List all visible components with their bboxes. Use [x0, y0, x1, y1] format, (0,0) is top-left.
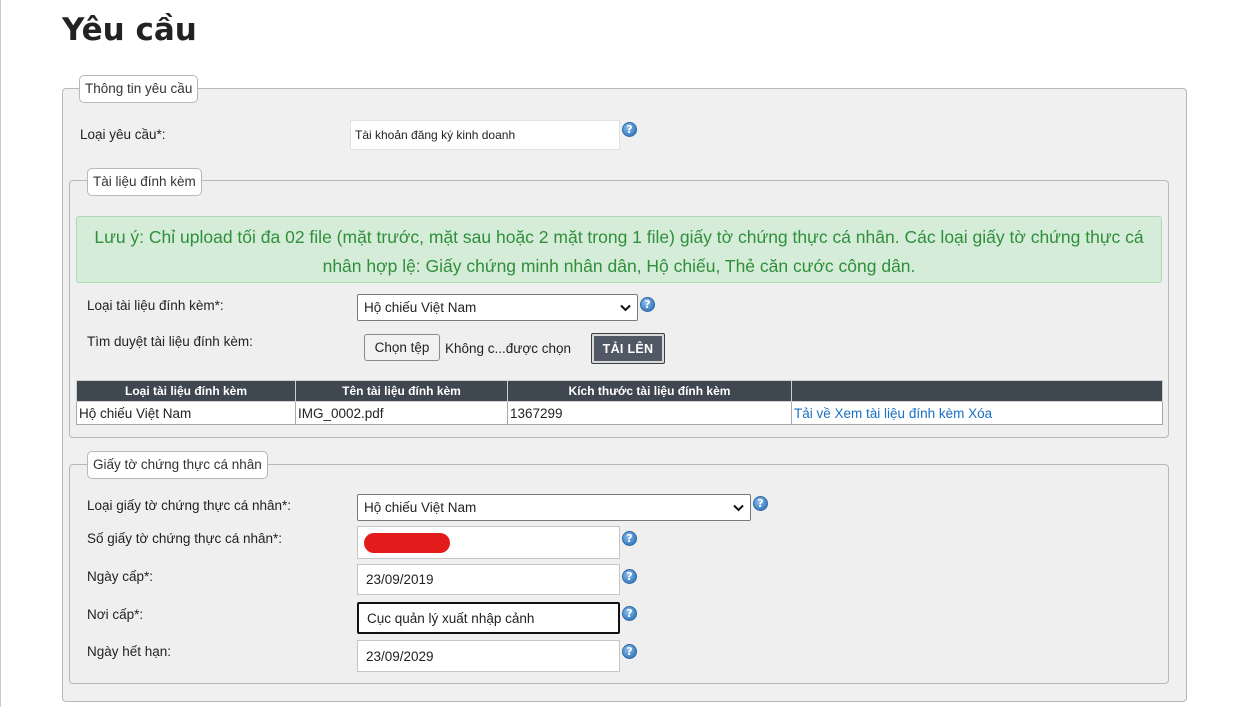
upload-notice: Lưu ý: Chỉ upload tối đa 02 file (mặt tr… — [76, 216, 1162, 283]
issue-date-input[interactable]: 23/09/2019 — [357, 564, 620, 595]
attachments-table-wrap: Loại tài liệu đính kèm Tên tài liệu đính… — [76, 380, 1163, 425]
attachments-legend: Tài liệu đính kèm — [87, 168, 202, 196]
request-info-legend: Thông tin yêu cầu — [79, 75, 199, 103]
personal-doc-type-selected: Hộ chiếu Việt Nam — [364, 500, 477, 515]
chevron-down-icon — [733, 500, 744, 515]
doc-type-label: Loại tài liệu đính kèm*: — [87, 298, 224, 313]
col-header-size: Kích thước tài liệu đính kèm — [507, 380, 792, 402]
browse-label: Tìm duyệt tài liệu đính kèm: — [87, 334, 253, 349]
page-left-border — [0, 0, 1, 707]
choose-file-button[interactable]: Chọn tệp — [364, 334, 440, 361]
personal-doc-legend: Giấy tờ chứng thực cá nhân — [87, 451, 268, 479]
doc-type-help-icon[interactable]: ? — [640, 297, 655, 312]
expiry-date-input[interactable]: 23/09/2029 — [357, 640, 620, 672]
issue-place-input[interactable]: Cục quản lý xuất nhập cảnh — [357, 602, 620, 634]
download-link[interactable]: Tải về — [794, 406, 831, 421]
doc-number-help-icon[interactable]: ? — [622, 531, 637, 546]
col-header-type: Loại tài liệu đính kèm — [76, 380, 296, 402]
personal-doc-type-select[interactable]: Hộ chiếu Việt Nam — [357, 494, 751, 521]
col-header-name: Tên tài liệu đính kèm — [295, 380, 508, 402]
issue-date-help-icon[interactable]: ? — [622, 569, 637, 584]
attachments-table: Loại tài liệu đính kèm Tên tài liệu đính… — [76, 380, 1163, 425]
cell-doc-size: 1367299 — [507, 401, 792, 425]
view-attachment-link[interactable]: Xem tài liệu đính kèm — [835, 406, 965, 421]
redaction-mark — [364, 533, 450, 553]
col-header-actions — [791, 380, 1163, 402]
cell-doc-type: Hộ chiếu Việt Nam — [76, 401, 296, 425]
expiry-date-help-icon[interactable]: ? — [622, 644, 637, 659]
delete-link[interactable]: Xóa — [968, 406, 992, 421]
expiry-date-label: Ngày hết hạn: — [87, 644, 172, 659]
doc-type-selected: Hộ chiếu Việt Nam — [364, 300, 477, 315]
no-file-chosen-text: Không c...được chọn — [445, 341, 571, 356]
cell-doc-name: IMG_0002.pdf — [295, 401, 508, 425]
doc-type-select[interactable]: Hộ chiếu Việt Nam — [357, 294, 638, 321]
cell-actions: Tải về Xem tài liệu đính kèm Xóa — [791, 401, 1163, 425]
page-title: Yêu cầu — [62, 12, 197, 48]
personal-doc-type-help-icon[interactable]: ? — [753, 496, 768, 511]
issue-date-label: Ngày cấp*: — [87, 569, 154, 584]
issue-place-label: Nơi cấp*: — [87, 607, 144, 622]
doc-number-label: Số giấy tờ chứng thực cá nhân*: — [87, 531, 283, 546]
request-type-help-icon[interactable]: ? — [622, 122, 637, 137]
personal-doc-type-label: Loại giấy tờ chứng thực cá nhân*: — [87, 498, 292, 513]
table-header-row: Loại tài liệu đính kèm Tên tài liệu đính… — [76, 380, 1163, 402]
issue-place-help-icon[interactable]: ? — [622, 606, 637, 621]
chevron-down-icon — [620, 300, 631, 315]
request-type-label: Loại yêu cầu*: — [80, 127, 166, 142]
upload-button[interactable]: TẢI LÊN — [591, 333, 665, 364]
doc-number-input[interactable] — [357, 526, 620, 559]
table-row: Hộ chiếu Việt Nam IMG_0002.pdf 1367299 T… — [76, 401, 1163, 425]
request-type-field[interactable]: Tài khoản đăng ký kinh doanh — [350, 120, 620, 150]
